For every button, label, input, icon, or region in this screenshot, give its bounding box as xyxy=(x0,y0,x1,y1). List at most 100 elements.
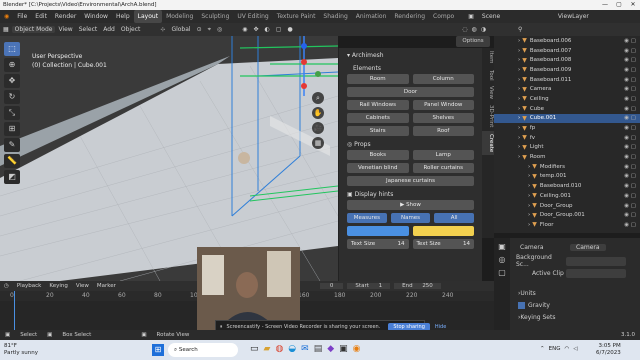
menu-render[interactable]: Render xyxy=(51,10,80,23)
rotate-tool-icon[interactable]: ↻ xyxy=(4,90,20,104)
blender-logo-icon[interactable]: ◉ xyxy=(0,10,13,23)
visibility-toggle-icon[interactable]: ◉ ▢ xyxy=(624,77,636,83)
outliner-item[interactable]: › ▼ Camera ◉ ▢ xyxy=(494,84,640,94)
move-tool-icon[interactable]: ✥ xyxy=(4,74,20,88)
visibility-toggle-icon[interactable]: ◉ ▢ xyxy=(624,222,636,228)
x-axis-handle[interactable] xyxy=(301,59,307,65)
workspace-tab-rendering[interactable]: Rendering xyxy=(390,10,429,23)
maximize-button[interactable]: ▢ xyxy=(612,0,626,10)
workspace-tab-uv-editing[interactable]: UV Editing xyxy=(233,10,272,23)
workspace-tab-animation[interactable]: Animation xyxy=(352,10,391,23)
visibility-toggle-icon[interactable]: ◉ ▢ xyxy=(624,164,636,170)
cabinets-button[interactable]: Cabinets xyxy=(347,113,409,123)
units-section[interactable]: Units xyxy=(520,290,535,297)
minimize-button[interactable]: — xyxy=(598,0,612,10)
books-button[interactable]: Books xyxy=(347,150,409,160)
expand-arrow-icon[interactable]: › xyxy=(528,183,530,189)
room-button[interactable]: Room xyxy=(347,74,409,84)
file-explorer-icon[interactable]: ▰ xyxy=(264,344,271,354)
expand-arrow-icon[interactable]: › xyxy=(518,135,520,141)
visibility-toggle-icon[interactable]: ◉ ▢ xyxy=(624,125,636,131)
text-size-field-1[interactable]: Text Size 14 xyxy=(347,239,409,249)
props-section[interactable]: ◎ Props xyxy=(339,139,482,150)
menu-file[interactable]: File xyxy=(13,10,31,23)
stairs-button[interactable]: Stairs xyxy=(347,126,409,136)
door-button[interactable]: Door xyxy=(347,87,474,97)
add-cube-tool-icon[interactable]: ◩ xyxy=(4,170,20,184)
blender-taskbar-icon[interactable]: ◉ xyxy=(353,344,361,354)
expand-arrow-icon[interactable]: › xyxy=(528,203,530,209)
world-properties-icon[interactable]: ◎ xyxy=(494,251,510,264)
outliner-item[interactable]: › ▼ Ceiling.001 ◉ ▢ xyxy=(494,191,640,201)
workspace-tab-sculpting[interactable]: Sculpting xyxy=(197,10,233,23)
y-axis-handle[interactable] xyxy=(315,71,321,77)
visibility-toggle-icon[interactable]: ◉ ▢ xyxy=(624,106,636,112)
keying-sets-section[interactable]: Keying Sets xyxy=(520,314,555,321)
outliner-item[interactable]: › ▼ Cube.001 ◉ ▢ xyxy=(494,113,640,124)
taskbar-search-box[interactable]: ⌕ Search xyxy=(168,343,238,357)
tray-chevron-icon[interactable]: ⌃ xyxy=(540,346,545,352)
japanese-curtains-button[interactable]: Japanese curtains xyxy=(347,176,474,186)
visibility-toggle-icon[interactable]: ◉ ▢ xyxy=(624,144,636,150)
camera-view-icon[interactable]: 🎥 xyxy=(312,122,324,134)
names-toggle[interactable]: Names xyxy=(390,213,431,223)
measures-color-swatch[interactable] xyxy=(347,226,409,236)
proportional-icon[interactable]: ◎ xyxy=(214,26,225,33)
visibility-toggle-icon[interactable]: ◉ ▢ xyxy=(624,212,636,218)
scale-tool-icon[interactable]: ⤡ xyxy=(4,106,20,120)
visibility-toggle-icon[interactable]: ◉ ▢ xyxy=(624,67,636,73)
cursor-tool-icon[interactable]: ⊕ xyxy=(4,58,20,72)
outliner-item[interactable]: › ▼ fv ◉ ▢ xyxy=(494,133,640,143)
outliner-item[interactable]: › ▼ Baseboard.010 ◉ ▢ xyxy=(494,181,640,191)
marker-menu[interactable]: Marker xyxy=(93,283,120,289)
z-axis-handle[interactable] xyxy=(301,43,307,49)
start-frame-field[interactable]: Start 1 xyxy=(347,283,391,289)
task-view-icon[interactable]: ▭ xyxy=(250,344,259,354)
expand-arrow-icon[interactable]: › xyxy=(518,38,520,44)
workspace-tab-modeling[interactable]: Modeling xyxy=(162,10,197,23)
outliner-item[interactable]: › ▼ Door_Group.001 ◉ ▢ xyxy=(494,210,640,220)
annotate-tool-icon[interactable]: ✎ xyxy=(4,138,20,152)
visibility-toggle-icon[interactable]: ◉ ▢ xyxy=(624,183,636,189)
start-windows-icon[interactable]: ⊞ xyxy=(152,344,164,356)
workspace-tab-compositing[interactable]: Compo xyxy=(429,10,458,23)
chrome-icon[interactable]: ◍ xyxy=(275,344,283,354)
camera-field[interactable]: Camera xyxy=(570,243,606,251)
expand-arrow-icon[interactable]: › xyxy=(518,86,520,92)
volume-icon[interactable]: ◁ xyxy=(573,346,577,352)
roof-button[interactable]: Roof xyxy=(412,126,474,136)
x-axis-handle-2[interactable] xyxy=(301,83,307,89)
expand-arrow-icon[interactable]: › xyxy=(528,193,530,199)
menu-window[interactable]: Window xyxy=(80,10,112,23)
workspace-tab-layout[interactable]: Layout xyxy=(133,10,163,23)
clock-time[interactable]: 3:05 PM xyxy=(596,343,621,350)
menu-help[interactable]: Help xyxy=(112,10,134,23)
visibility-toggle-icon[interactable]: ◉ ▢ xyxy=(624,203,636,209)
outliner-item[interactable]: › ▼ Baseboard.009 ◉ ▢ xyxy=(494,65,640,75)
tab-3d-print[interactable]: 3D-Print xyxy=(482,102,494,130)
object-menu[interactable]: Object xyxy=(118,26,144,33)
shelves-button[interactable]: Shelves xyxy=(412,113,474,123)
expand-arrow-icon[interactable]: › xyxy=(528,173,530,179)
expand-arrow-icon[interactable]: › xyxy=(518,48,520,54)
outliner-item[interactable]: › ▼ Floor ◉ ▢ xyxy=(494,220,640,230)
edge-icon[interactable]: ◒ xyxy=(288,344,296,354)
keying-menu[interactable]: Keying xyxy=(45,283,71,289)
language-indicator[interactable]: ENG xyxy=(549,346,561,352)
tab-view[interactable]: View xyxy=(482,83,494,102)
outliner-item[interactable]: › ▼ Door_Group ◉ ▢ xyxy=(494,201,640,211)
view-layer-selector[interactable]: ViewLayer xyxy=(554,10,593,23)
measure-tool-icon[interactable]: 📏 xyxy=(4,154,20,168)
store-icon[interactable]: ▤ xyxy=(314,344,323,354)
outliner-item[interactable]: › ▼ temp.001 ◉ ▢ xyxy=(494,172,640,182)
outliner-item[interactable]: › ▼ Room ◉ ▢ xyxy=(494,152,640,162)
workspace-tab-texture-paint[interactable]: Texture Paint xyxy=(273,10,320,23)
object-origin[interactable] xyxy=(238,152,250,164)
shading-render-icon[interactable]: ◑ xyxy=(479,26,488,33)
outliner-item[interactable]: › ▼ Modifiers ◉ ▢ xyxy=(494,162,640,172)
scene-properties-icon[interactable]: ▣ xyxy=(494,238,510,251)
shading-solid-icon[interactable]: ● xyxy=(284,26,295,33)
menu-edit[interactable]: Edit xyxy=(31,10,51,23)
clock-date[interactable]: 6/7/2023 xyxy=(596,350,621,357)
visibility-toggle-icon[interactable]: ◉ ▢ xyxy=(624,193,636,199)
